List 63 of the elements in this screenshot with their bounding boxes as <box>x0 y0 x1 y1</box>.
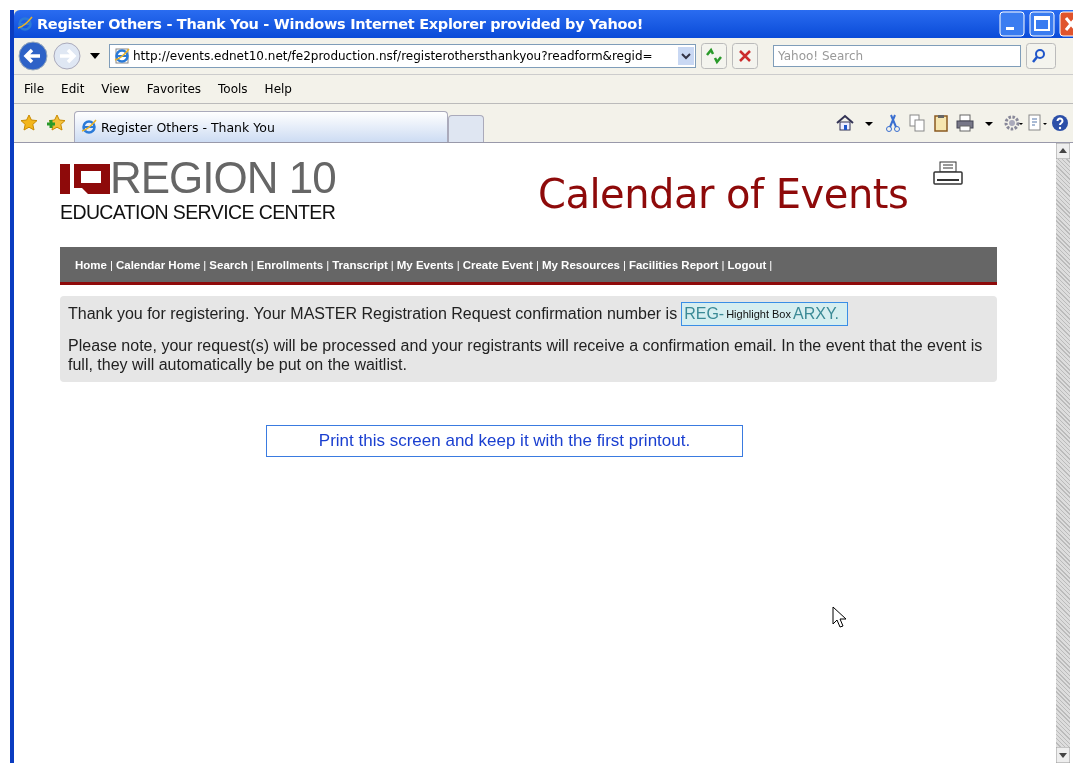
nav-link[interactable]: My Resources <box>541 258 620 271</box>
search-button[interactable] <box>1026 43 1056 69</box>
nav-separator: | <box>109 258 113 271</box>
nav-separator: | <box>535 258 539 271</box>
help-icon[interactable] <box>1051 113 1071 133</box>
browser-tab[interactable]: Register Others - Thank You <box>74 111 448 142</box>
confirmation-number: ARXY. <box>793 305 839 323</box>
nav-separator: | <box>721 258 725 271</box>
nav-link[interactable]: Logout <box>727 258 767 271</box>
nav-link[interactable]: Enrollments <box>256 258 324 271</box>
address-field[interactable]: http://events.ednet10.net/fe2production.nsf/registerothersthankyou?readform&regid= <box>109 44 696 68</box>
nav-link[interactable]: My Events <box>396 258 454 271</box>
menu-item[interactable]: Favorites <box>146 82 202 96</box>
search-field[interactable]: Yahoo! Search <box>773 45 1021 67</box>
nav-separator: | <box>326 258 330 271</box>
scissors-icon[interactable] <box>883 113 903 133</box>
home-icon[interactable] <box>835 113 855 133</box>
nav-link[interactable]: Create Event <box>462 258 533 271</box>
nav-separator: | <box>390 258 394 271</box>
nav-separator: | <box>250 258 254 271</box>
note-text: Please note, your request(s) will be processed and your registrants will receive a confirmation email. In the event that the event is full, they will automatically be put on the waitlist. <box>68 336 984 374</box>
menu-item[interactable]: Tools <box>218 82 248 96</box>
confirmation-number: REG- <box>684 305 725 323</box>
printer-icon[interactable] <box>955 113 975 133</box>
stop-button[interactable] <box>732 43 758 69</box>
menu-item[interactable]: File <box>24 82 45 96</box>
logo-title: REGION 10 <box>110 157 336 199</box>
highlight-label: Highlight Box <box>726 308 791 320</box>
refresh-button[interactable] <box>701 43 727 69</box>
clipboard-icon[interactable] <box>931 113 951 133</box>
page-icon <box>114 48 130 64</box>
nav-link[interactable]: Home <box>75 258 107 271</box>
menu-item[interactable]: View <box>101 82 130 96</box>
maximize-button[interactable] <box>1029 11 1055 37</box>
menu-item[interactable]: Edit <box>61 82 85 96</box>
printer-icon[interactable] <box>932 161 965 187</box>
message-text: Thank you for registering. Your MASTER Registration Request confirmation number is <box>68 305 678 323</box>
scrollbar[interactable] <box>1056 143 1070 763</box>
favorites-star-icon[interactable] <box>20 114 38 132</box>
nav-separator: | <box>769 258 773 271</box>
dropdown-arrow-icon[interactable] <box>90 53 100 59</box>
minimize-button[interactable] <box>999 11 1025 37</box>
menu-item[interactable]: Help <box>264 82 292 96</box>
mouse-pointer-icon <box>832 606 848 628</box>
print-notice: Print this screen and keep it with the first printout. <box>266 425 743 457</box>
nav-separator: | <box>622 258 626 271</box>
close-button[interactable] <box>1059 11 1073 37</box>
nav-link[interactable]: Calendar Home <box>115 258 201 271</box>
logo-mark-icon <box>60 162 110 194</box>
nav-link[interactable]: Facilities Report <box>628 258 719 271</box>
nav-link[interactable]: Transcript <box>332 258 388 271</box>
scroll-up-arrow-icon[interactable] <box>1056 143 1070 159</box>
browser-logo-icon <box>81 119 97 135</box>
logo-subtitle: EDUCATION SERVICE CENTER <box>60 201 337 224</box>
scroll-down-arrow-icon[interactable] <box>1056 747 1070 763</box>
nav-separator: | <box>456 258 460 271</box>
nav-link[interactable]: Search <box>209 258 248 271</box>
browser-logo-icon <box>17 16 33 32</box>
nav-separator: | <box>203 258 207 271</box>
add-favorite-icon[interactable] <box>46 114 66 132</box>
page-heading: Calendar of Events <box>538 171 909 217</box>
window-title: Register Others - Thank You - Windows Internet Explorer provided by Yahoo! <box>37 16 645 32</box>
back-button[interactable] <box>18 41 48 71</box>
